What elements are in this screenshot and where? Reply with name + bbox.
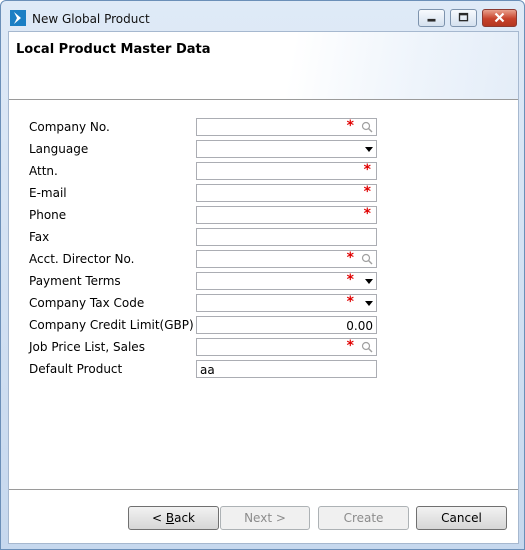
back-label-rest: ack <box>174 511 195 525</box>
fax-field[interactable] <box>196 228 377 246</box>
chevron-down-icon[interactable] <box>365 147 373 152</box>
fax-label: Fax <box>29 230 50 244</box>
company-tax-code-label: Company Tax Code <box>29 296 145 310</box>
back-arrow: < <box>151 511 166 525</box>
acct-director-label: Acct. Director No. <box>29 252 135 266</box>
credit-limit-label: Company Credit Limit(GBP) <box>29 318 194 332</box>
minimize-icon <box>427 18 436 22</box>
next-button[interactable]: Next > <box>220 506 310 530</box>
maximize-button[interactable] <box>450 9 477 27</box>
back-mnemonic: B <box>165 511 175 525</box>
required-marker: * <box>363 206 371 222</box>
language-label: Language <box>29 142 89 156</box>
maximize-icon <box>458 12 469 22</box>
app-icon <box>10 10 26 26</box>
minimize-button[interactable] <box>418 9 445 27</box>
required-marker: * <box>363 184 371 200</box>
email-label: E-mail <box>29 186 67 200</box>
dialog-window: New Global Product Local Product Master … <box>0 0 525 550</box>
acct-director-field[interactable]: * <box>196 250 377 268</box>
email-field[interactable]: * <box>196 184 377 202</box>
wizard-body: Local Product Master Data Company No. * … <box>8 31 519 544</box>
window-title: New Global Product <box>32 12 150 26</box>
search-icon[interactable] <box>361 121 373 133</box>
default-product-label: Default Product <box>29 362 123 376</box>
default-product-value: aa <box>200 363 215 377</box>
credit-limit-value: 0.00 <box>346 319 373 333</box>
required-marker: * <box>346 118 354 134</box>
cancel-button[interactable]: Cancel <box>416 506 507 530</box>
language-dropdown[interactable] <box>196 140 377 158</box>
phone-field[interactable]: * <box>196 206 377 224</box>
credit-limit-field[interactable]: 0.00 <box>196 316 377 334</box>
search-icon[interactable] <box>361 341 373 353</box>
chevron-down-icon[interactable] <box>365 301 373 306</box>
search-icon[interactable] <box>361 253 373 265</box>
page-title: Local Product Master Data <box>16 42 211 57</box>
payment-terms-dropdown[interactable]: * <box>196 272 377 290</box>
create-button[interactable]: Create <box>318 506 409 530</box>
header-band: Local Product Master Data <box>9 32 518 100</box>
attn-label: Attn. <box>29 164 58 178</box>
close-icon <box>494 12 505 23</box>
required-marker: * <box>363 162 371 178</box>
job-price-list-label: Job Price List, Sales <box>29 340 145 354</box>
company-tax-code-dropdown[interactable]: * <box>196 294 377 312</box>
close-button[interactable] <box>482 9 517 27</box>
payment-terms-label: Payment Terms <box>29 274 121 288</box>
company-no-field[interactable]: * <box>196 118 377 136</box>
phone-label: Phone <box>29 208 67 222</box>
job-price-list-field[interactable]: * <box>196 338 377 356</box>
default-product-field[interactable]: aa <box>196 360 377 378</box>
required-marker: * <box>346 250 354 266</box>
required-marker: * <box>346 294 354 310</box>
company-no-label: Company No. <box>29 120 110 134</box>
required-marker: * <box>346 338 354 354</box>
footer-divider <box>9 489 518 490</box>
back-button[interactable]: < Back <box>128 506 219 530</box>
chevron-down-icon[interactable] <box>365 279 373 284</box>
title-bar[interactable]: New Global Product <box>1 1 524 31</box>
required-marker: * <box>346 272 354 288</box>
attn-field[interactable]: * <box>196 162 377 180</box>
